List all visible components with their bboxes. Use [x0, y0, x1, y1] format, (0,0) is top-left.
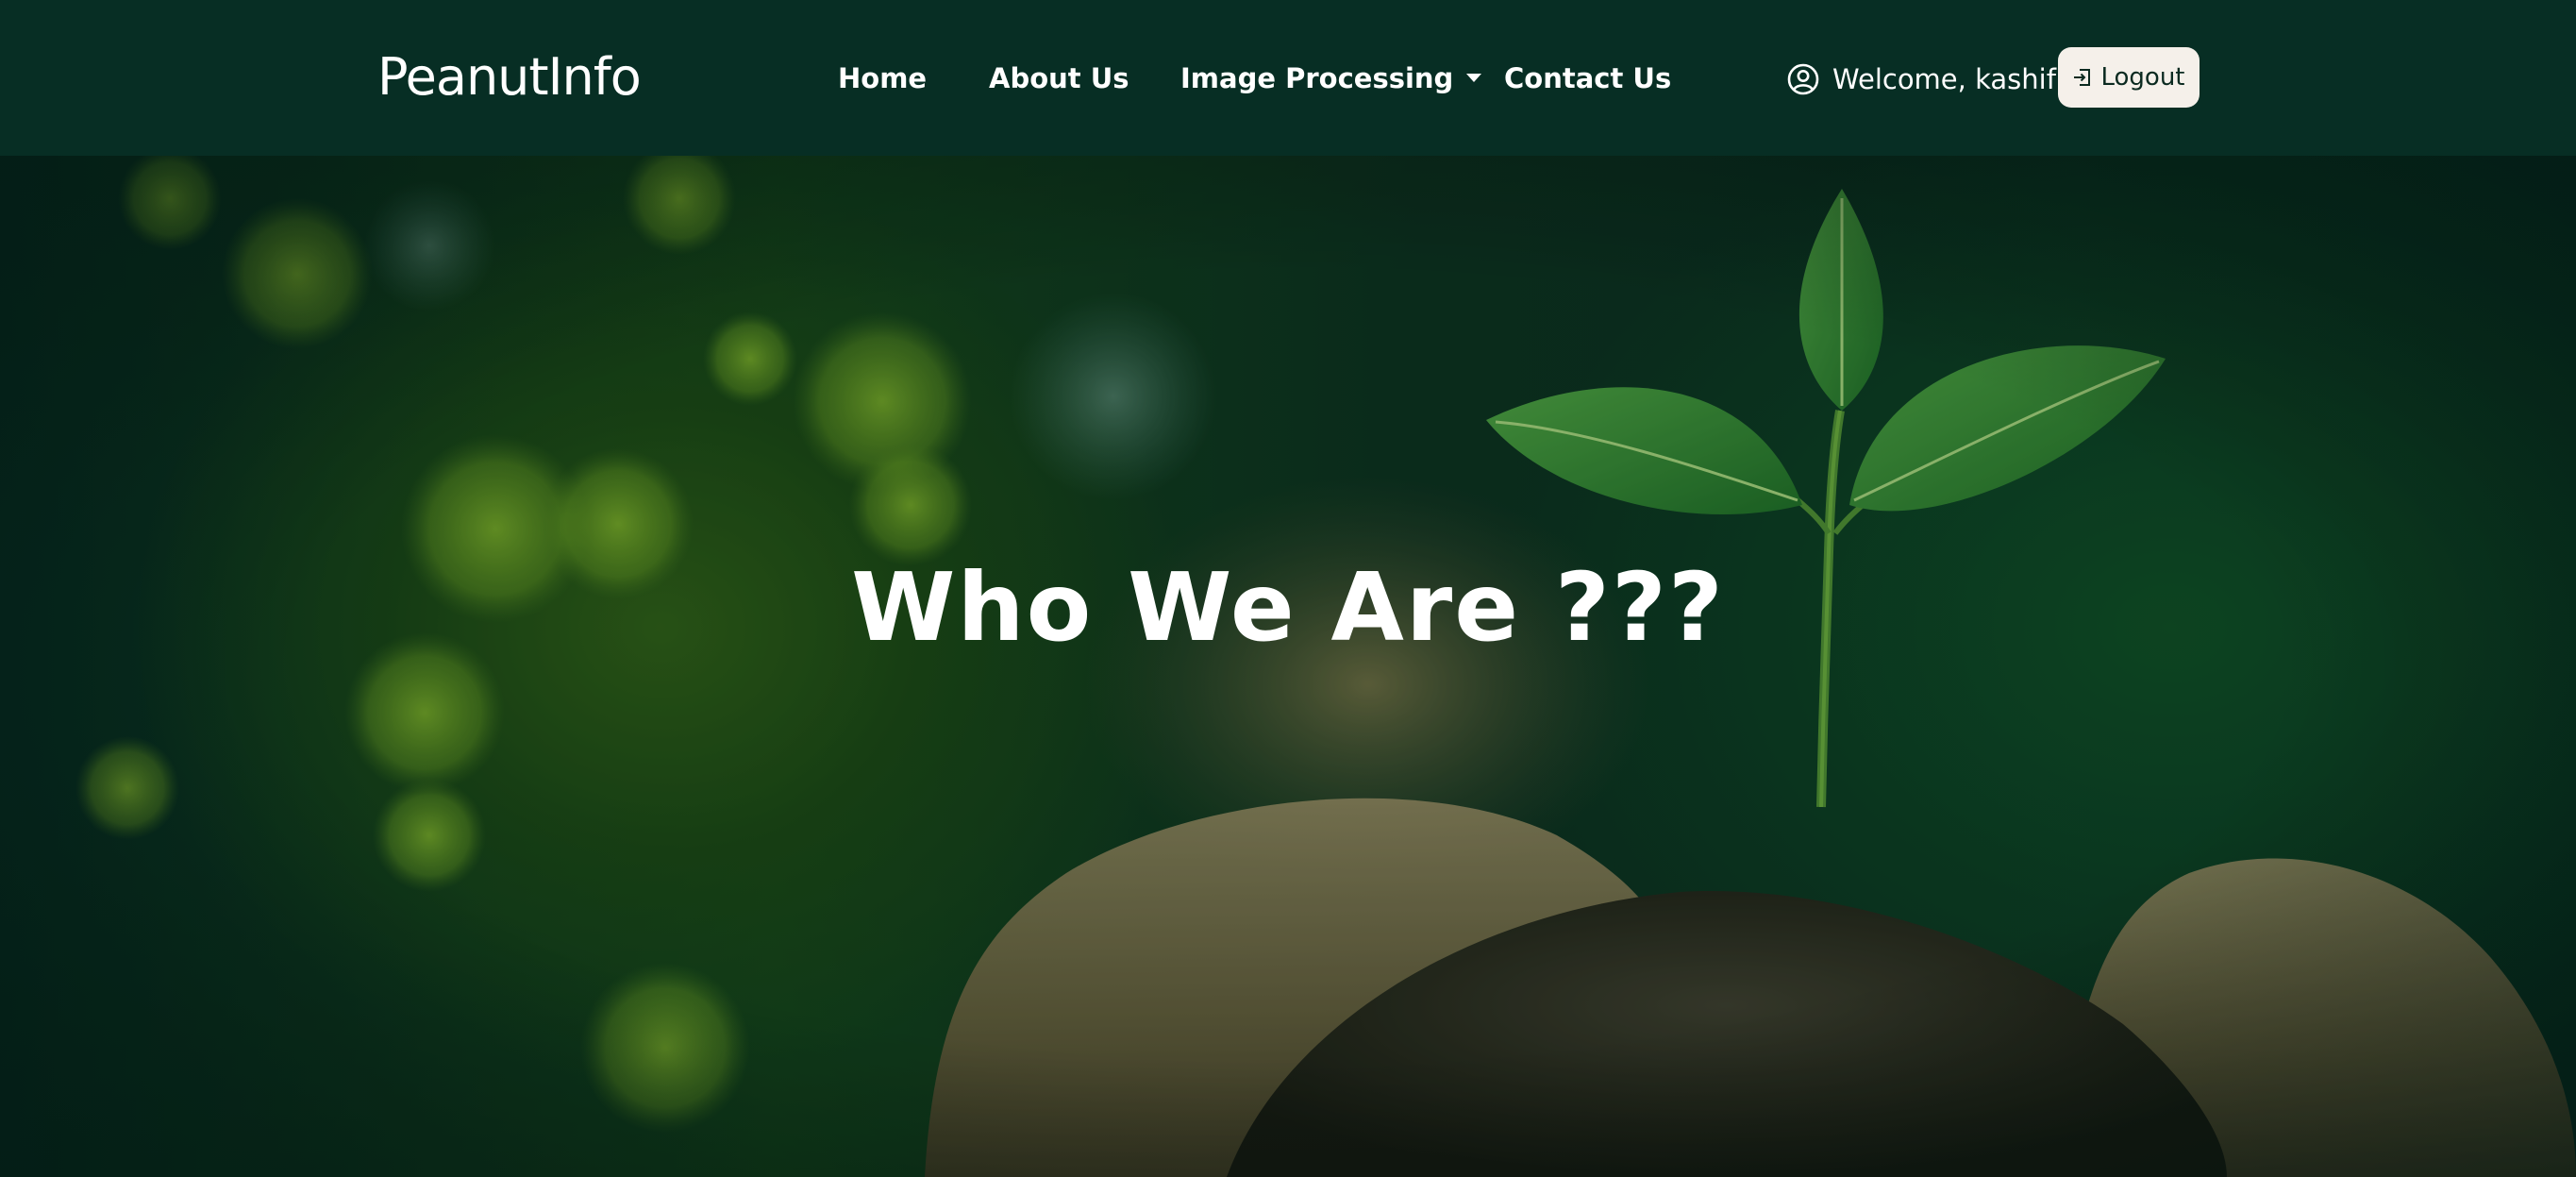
- caret-down-icon: [1466, 74, 1482, 82]
- welcome-user: Welcome, kashif: [1787, 60, 2056, 98]
- nav-about-us[interactable]: About Us: [989, 62, 1129, 94]
- brand-logo[interactable]: PeanutInfo: [377, 47, 642, 107]
- box-arrow-in-right-icon: [2072, 67, 2093, 88]
- logout-label: Logout: [2100, 63, 2185, 92]
- welcome-text: Welcome, kashif: [1832, 63, 2056, 95]
- nav-home[interactable]: Home: [838, 62, 927, 94]
- nav-image-processing-label: Image Processing: [1180, 62, 1454, 94]
- hero-section: Who We Are ???: [0, 156, 2576, 1177]
- logout-button[interactable]: Logout: [2058, 47, 2200, 108]
- navbar: PeanutInfo Home About Us Image Processin…: [0, 0, 2576, 156]
- hero-background-image: [0, 156, 2576, 1177]
- nav-image-processing-dropdown[interactable]: Image Processing: [1180, 62, 1482, 94]
- user-circle-icon: [1787, 63, 1819, 95]
- nav-contact-us[interactable]: Contact Us: [1504, 62, 1671, 94]
- hero-title: Who We Are ???: [851, 552, 1725, 663]
